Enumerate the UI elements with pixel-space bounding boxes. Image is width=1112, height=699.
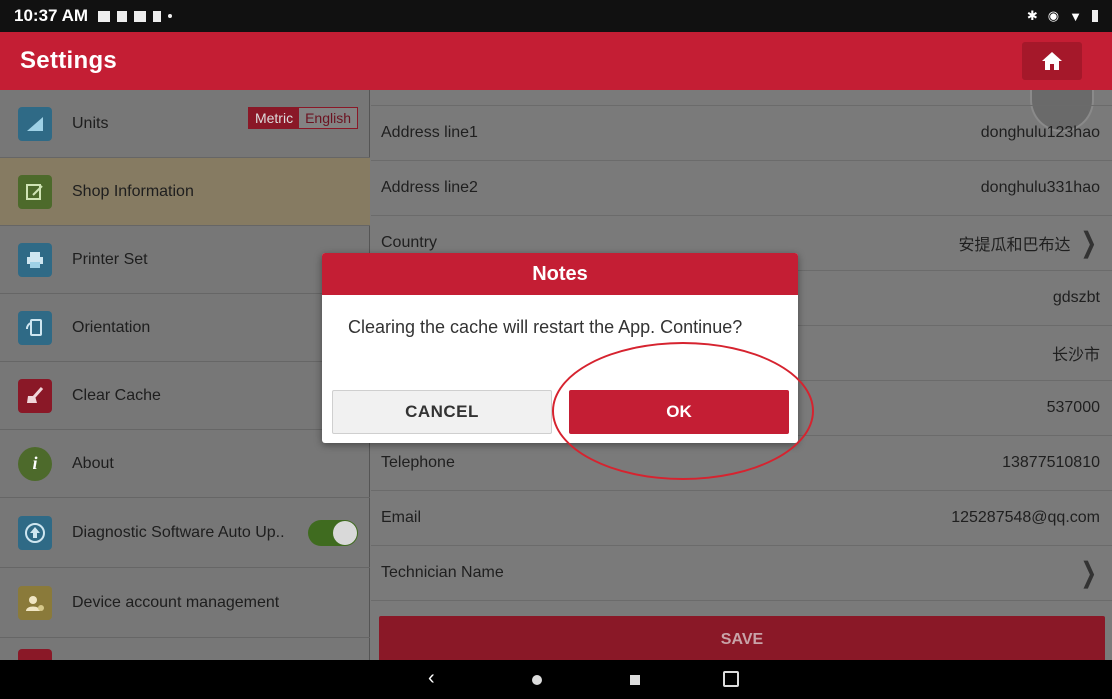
- status-bar: 10:37 AM ✱ ◉ ▼: [0, 0, 1112, 32]
- form-row-address-line1[interactable]: Address line1 donghulu123hao: [371, 106, 1112, 161]
- units-ruler-icon: [18, 106, 52, 141]
- form-row-telephone[interactable]: Telephone 13877510810: [371, 436, 1112, 491]
- form-label: Telephone: [381, 454, 455, 471]
- back-icon[interactable]: ‹: [428, 667, 435, 690]
- form-label: Email: [381, 509, 422, 526]
- notes-dialog: Notes Clearing the cache will restart th…: [322, 253, 798, 443]
- dot-notification-icon: [168, 14, 173, 18]
- form-value: 13877510810: [1002, 454, 1100, 471]
- auto-update-toggle[interactable]: [308, 520, 358, 546]
- form-row-email[interactable]: Email 125287548@qq.com: [371, 491, 1112, 546]
- form-row-address-line2[interactable]: Address line2 donghulu331hao: [371, 161, 1112, 216]
- sidebar-item-device-account[interactable]: Device account management: [0, 568, 370, 638]
- sidebar-item-shop-information[interactable]: Shop Information: [0, 158, 370, 226]
- sidebar-item-label: About: [72, 454, 114, 472]
- sidebar-item-units[interactable]: Units Metric English: [0, 90, 370, 158]
- dialog-title: Notes: [322, 253, 798, 295]
- orientation-icon: [18, 310, 52, 345]
- sidebar-item-label: Clear Cache: [72, 386, 161, 404]
- form-value: donghulu331hao: [980, 179, 1100, 196]
- form-label: Technician Name: [381, 564, 504, 581]
- location-icon: ◉: [1047, 8, 1060, 23]
- battery-icon: [1092, 10, 1098, 22]
- sidebar-item-orientation[interactable]: Orientation: [0, 294, 370, 362]
- recent-apps-icon[interactable]: [630, 675, 640, 685]
- settings-sidebar: Units Metric English Shop Information Pr…: [0, 90, 370, 660]
- sidebar-item-label: Printer Set: [72, 250, 148, 268]
- page-title: Settings: [20, 47, 118, 74]
- cancel-button[interactable]: CANCEL: [332, 390, 552, 434]
- upload-notification-icon: [117, 10, 128, 22]
- notification-icons: [98, 10, 173, 22]
- home-icon: [1042, 52, 1062, 70]
- sidebar-item-auto-update[interactable]: Diagnostic Software Auto Up..: [0, 498, 370, 568]
- dialog-message: Clearing the cache will restart the App.…: [348, 317, 743, 337]
- toggle-knob: [333, 521, 357, 545]
- form-label: Address line2: [381, 179, 478, 196]
- wifi-icon: ▼: [1069, 8, 1082, 24]
- ok-button[interactable]: OK: [569, 390, 789, 434]
- form-row-partial: [371, 90, 1112, 106]
- download-notification-icon: [153, 10, 162, 22]
- edit-document-icon: [18, 174, 52, 209]
- form-label: Address line1: [381, 124, 478, 141]
- form-value: 537000: [1046, 399, 1100, 416]
- home-button[interactable]: [1022, 42, 1082, 80]
- screenshot-icon[interactable]: [723, 671, 739, 687]
- home-circle-icon[interactable]: [532, 675, 542, 685]
- bluetooth-icon: ✱: [1026, 8, 1038, 23]
- form-row-technician-name[interactable]: Technician Name ❯: [371, 546, 1112, 601]
- gallery-notification-icon: [134, 10, 147, 22]
- units-english-option[interactable]: English: [299, 108, 357, 128]
- broom-icon: [18, 378, 52, 413]
- sidebar-item-label: Units: [72, 114, 109, 132]
- form-value: gdszbt: [1052, 289, 1100, 306]
- status-time: 10:37 AM: [14, 6, 89, 25]
- app-header: Settings: [0, 32, 1112, 90]
- units-metric-option[interactable]: Metric: [248, 108, 300, 128]
- form-value: 安提瓜和巴布达: [958, 237, 1071, 254]
- chevron-right-icon: ❯: [1080, 227, 1097, 258]
- chevron-right-icon: ❯: [1080, 557, 1097, 588]
- form-value: 长沙市: [1051, 347, 1100, 364]
- printer-icon: [18, 242, 52, 277]
- sidebar-item-label: Device account management: [72, 593, 280, 611]
- sidebar-item-label: Orientation: [72, 318, 151, 336]
- upload-icon: [18, 515, 52, 550]
- partial-item-icon: [18, 648, 52, 660]
- sidebar-item-label: Diagnostic Software Auto Up..: [72, 523, 285, 541]
- sidebar-item-partial[interactable]: [0, 638, 370, 660]
- image-notification-icon: [98, 10, 111, 22]
- form-value: 125287548@qq.com: [951, 509, 1100, 526]
- system-status-icons: ✱ ◉ ▼: [1027, 8, 1098, 24]
- system-navigation-bar: ‹: [0, 660, 1112, 699]
- sidebar-item-label: Shop Information: [72, 182, 194, 200]
- units-toggle: Metric English: [247, 107, 358, 129]
- account-icon: [18, 585, 52, 620]
- form-value: donghulu123hao: [980, 124, 1100, 141]
- info-icon: i: [18, 446, 52, 481]
- form-label: Country: [381, 234, 438, 251]
- save-button[interactable]: SAVE: [379, 616, 1105, 660]
- sidebar-item-clear-cache[interactable]: Clear Cache: [0, 362, 370, 430]
- sidebar-item-printer-set[interactable]: Printer Set: [0, 226, 370, 294]
- sidebar-item-about[interactable]: i About: [0, 430, 370, 498]
